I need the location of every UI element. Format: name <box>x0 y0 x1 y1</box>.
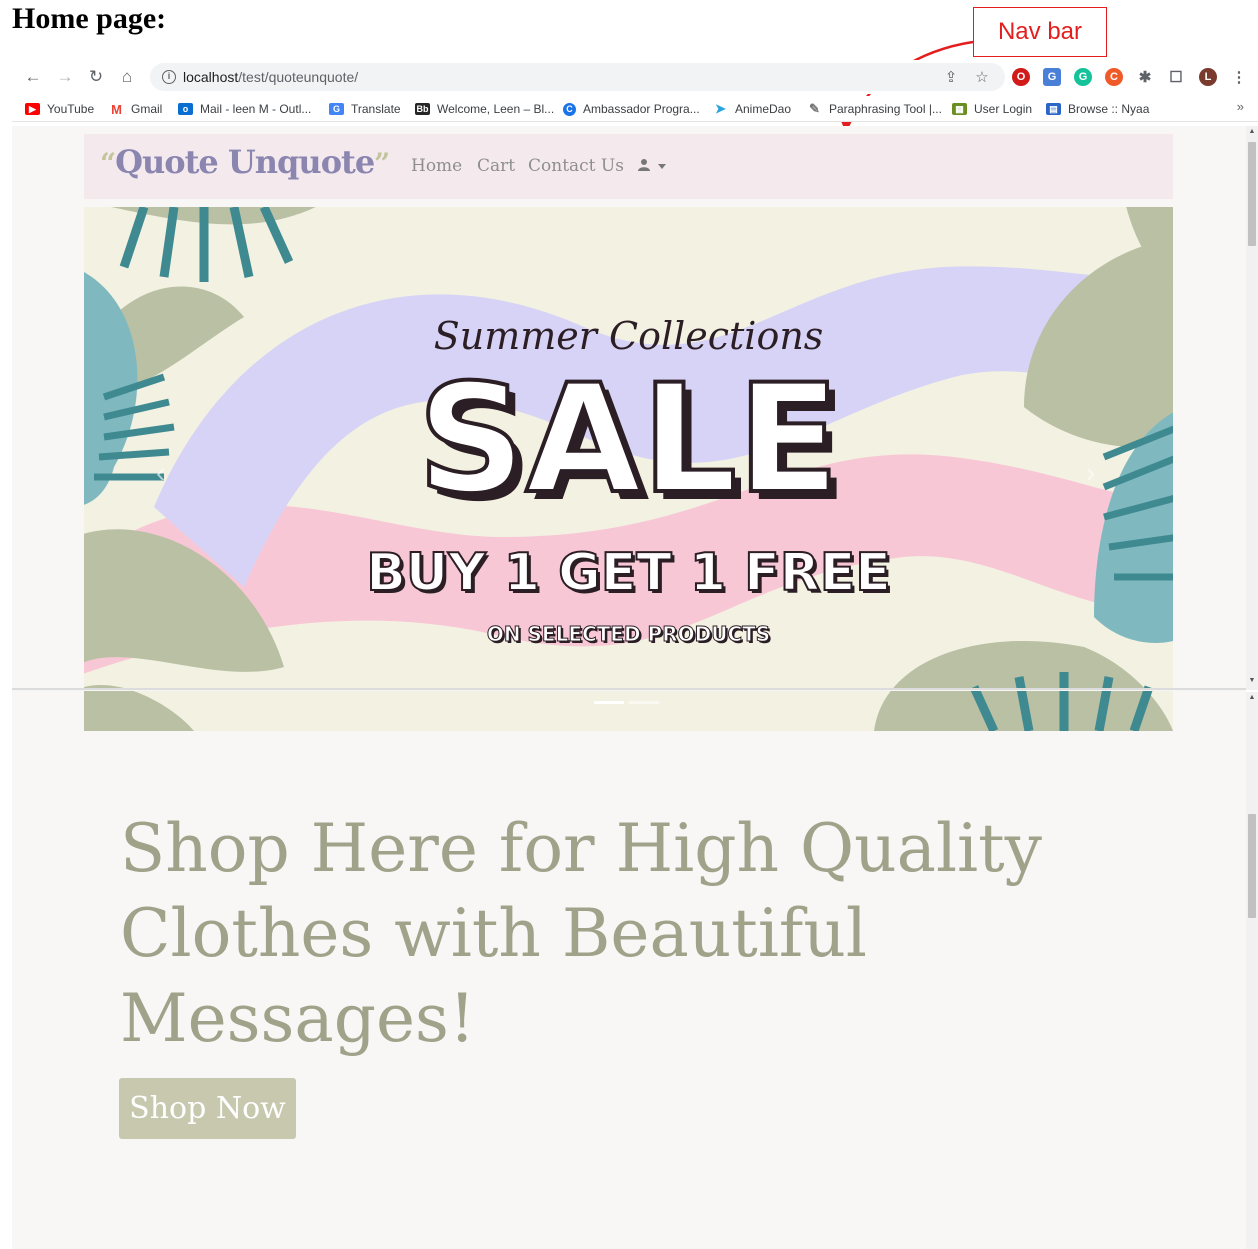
reading-list-icon[interactable]: ☐ <box>1167 68 1185 86</box>
bookmark-label: Mail - leen M - Outl... <box>200 102 312 116</box>
shop-now-button[interactable]: Shop Now <box>119 1078 296 1139</box>
bookmark-translate[interactable]: G Translate <box>329 100 401 118</box>
c-extension-icon[interactable]: C <box>1105 68 1123 86</box>
scroll-down-arrow-icon[interactable]: ▼ <box>1248 677 1256 684</box>
profile-avatar[interactable]: L <box>1199 68 1217 86</box>
extensions-puzzle-icon[interactable]: ✱ <box>1136 68 1154 86</box>
buy-one-get-one-text: BUY 1 GET 1 FREE <box>365 542 892 604</box>
browser-toolbar: ← → ↻ ⌂ i localhost/test/quoteunquote/ ⇪… <box>12 60 1258 94</box>
gmail-icon: M <box>111 101 122 117</box>
bookmark-star-icon[interactable]: ☆ <box>973 68 991 86</box>
bookmark-label: Welcome, Leen – Bl... <box>437 102 555 116</box>
home-icon[interactable]: ⌂ <box>116 66 138 88</box>
nav-link-cart[interactable]: Cart <box>477 156 515 176</box>
page-viewport: “Quote Unquote” Home Cart Contact Us Sum… <box>12 126 1246 1249</box>
translate-icon: G <box>329 103 344 115</box>
blackboard-icon: Bb <box>415 103 430 115</box>
bookmark-user-login[interactable]: ▦ User Login <box>952 100 1032 118</box>
url-host: localhost <box>183 69 239 85</box>
ambassador-icon: C <box>563 102 576 116</box>
nyaa-icon: ▤ <box>1046 103 1061 115</box>
carousel-indicators <box>594 701 659 704</box>
screenshot-divider <box>12 688 1246 691</box>
selected-products-note: ON SELECTED PRODUCTS <box>486 622 771 647</box>
telegram-icon: ➤ <box>715 101 726 116</box>
share-icon[interactable]: ⇪ <box>942 68 960 86</box>
scroll-up-arrow-icon[interactable]: ▲ <box>1248 694 1256 701</box>
bookmark-label: User Login <box>974 102 1033 116</box>
back-arrow-icon[interactable]: ← <box>22 66 44 88</box>
hero-title: Shop Here for High Quality Clothes with … <box>120 810 1042 1057</box>
bookmark-label: YouTube <box>47 102 95 116</box>
sale-carousel[interactable]: Summer Collections SALE BUY 1 GET 1 FREE… <box>84 207 1173 731</box>
outlook-icon: o <box>178 103 193 115</box>
bookmark-ambassador[interactable]: C Ambassador Progra... <box>563 100 700 118</box>
bookmarks-bar: ▶ YouTube M Gmail o Mail - leen M - Outl...… <box>12 96 1258 122</box>
address-bar[interactable]: i localhost/test/quoteunquote/ ⇪ ☆ <box>150 63 1005 91</box>
callout-label: Nav bar <box>997 18 1083 45</box>
url-text: localhost/test/quoteunquote/ <box>183 69 358 85</box>
nav-bar-callout: Nav bar <box>973 7 1107 57</box>
brand-name: Quote Unquote <box>115 143 375 181</box>
user-icon[interactable] <box>637 158 651 172</box>
bookmark-label: Translate <box>351 102 401 116</box>
leaf-stripes-top <box>119 207 294 282</box>
bookmark-outlook[interactable]: o Mail - leen M - Outl... <box>178 100 311 118</box>
scroll-up-arrow-icon[interactable]: ▲ <box>1248 128 1256 135</box>
scrollbar-thumb[interactable] <box>1248 142 1256 246</box>
nav-link-home[interactable]: Home <box>411 156 462 176</box>
user-dropdown-caret-icon[interactable] <box>658 164 666 169</box>
bookmark-label: Browse :: Nyaa <box>1068 102 1150 116</box>
site-info-icon[interactable]: i <box>162 70 176 84</box>
menu-kebab-icon[interactable]: ⋮ <box>1230 68 1248 86</box>
youtube-icon: ▶ <box>25 103 40 115</box>
summer-collections-script: Summer Collections <box>433 314 824 358</box>
carousel-indicator[interactable] <box>629 701 659 704</box>
grammarly-extension-icon[interactable]: G <box>1074 68 1092 86</box>
scrollbar-lower[interactable]: ▲ <box>1246 692 1258 1249</box>
carousel-prev-icon[interactable]: ‹ <box>156 457 176 488</box>
sale-headline: SALE <box>415 353 841 527</box>
bookmark-animedao[interactable]: ➤ AnimeDao <box>713 100 791 118</box>
nav-link-contact-us[interactable]: Contact Us <box>528 156 624 176</box>
scrollbar-upper[interactable]: ▲ ▼ <box>1246 126 1258 690</box>
carousel-next-icon[interactable]: › <box>1086 457 1106 488</box>
translate-extension-icon[interactable]: G <box>1043 68 1061 86</box>
user-login-icon: ▦ <box>952 103 967 115</box>
site-navbar: “Quote Unquote” Home Cart Contact Us <box>84 134 1173 199</box>
bookmark-label: AnimeDao <box>735 102 792 116</box>
url-path: /test/quoteunquote/ <box>238 69 359 85</box>
carousel-indicator[interactable] <box>594 701 624 704</box>
bookmark-paraphrasing[interactable]: ✎ Paraphrasing Tool |... <box>807 100 942 118</box>
bookmark-label: Paraphrasing Tool |... <box>829 102 942 116</box>
brand-logo[interactable]: “Quote Unquote” <box>100 143 390 181</box>
forward-arrow-icon[interactable]: → <box>54 66 76 88</box>
bookmark-youtube[interactable]: ▶ YouTube <box>25 100 94 118</box>
bookmark-gmail[interactable]: M Gmail <box>109 100 162 118</box>
feather-icon: ✎ <box>809 101 820 116</box>
bookmark-blackboard[interactable]: Bb Welcome, Leen – Bl... <box>415 100 554 118</box>
bookmark-nyaa[interactable]: ▤ Browse :: Nyaa <box>1046 100 1149 118</box>
scrollbar-thumb[interactable] <box>1248 814 1256 918</box>
bookmark-label: Ambassador Progra... <box>583 102 700 116</box>
opera-extension-icon[interactable]: O <box>1012 68 1030 86</box>
bookmark-label: Gmail <box>131 102 163 116</box>
bookmarks-overflow-button[interactable]: » <box>1237 99 1244 114</box>
reload-icon[interactable]: ↻ <box>85 66 107 88</box>
document-heading: Home page: <box>12 2 167 35</box>
